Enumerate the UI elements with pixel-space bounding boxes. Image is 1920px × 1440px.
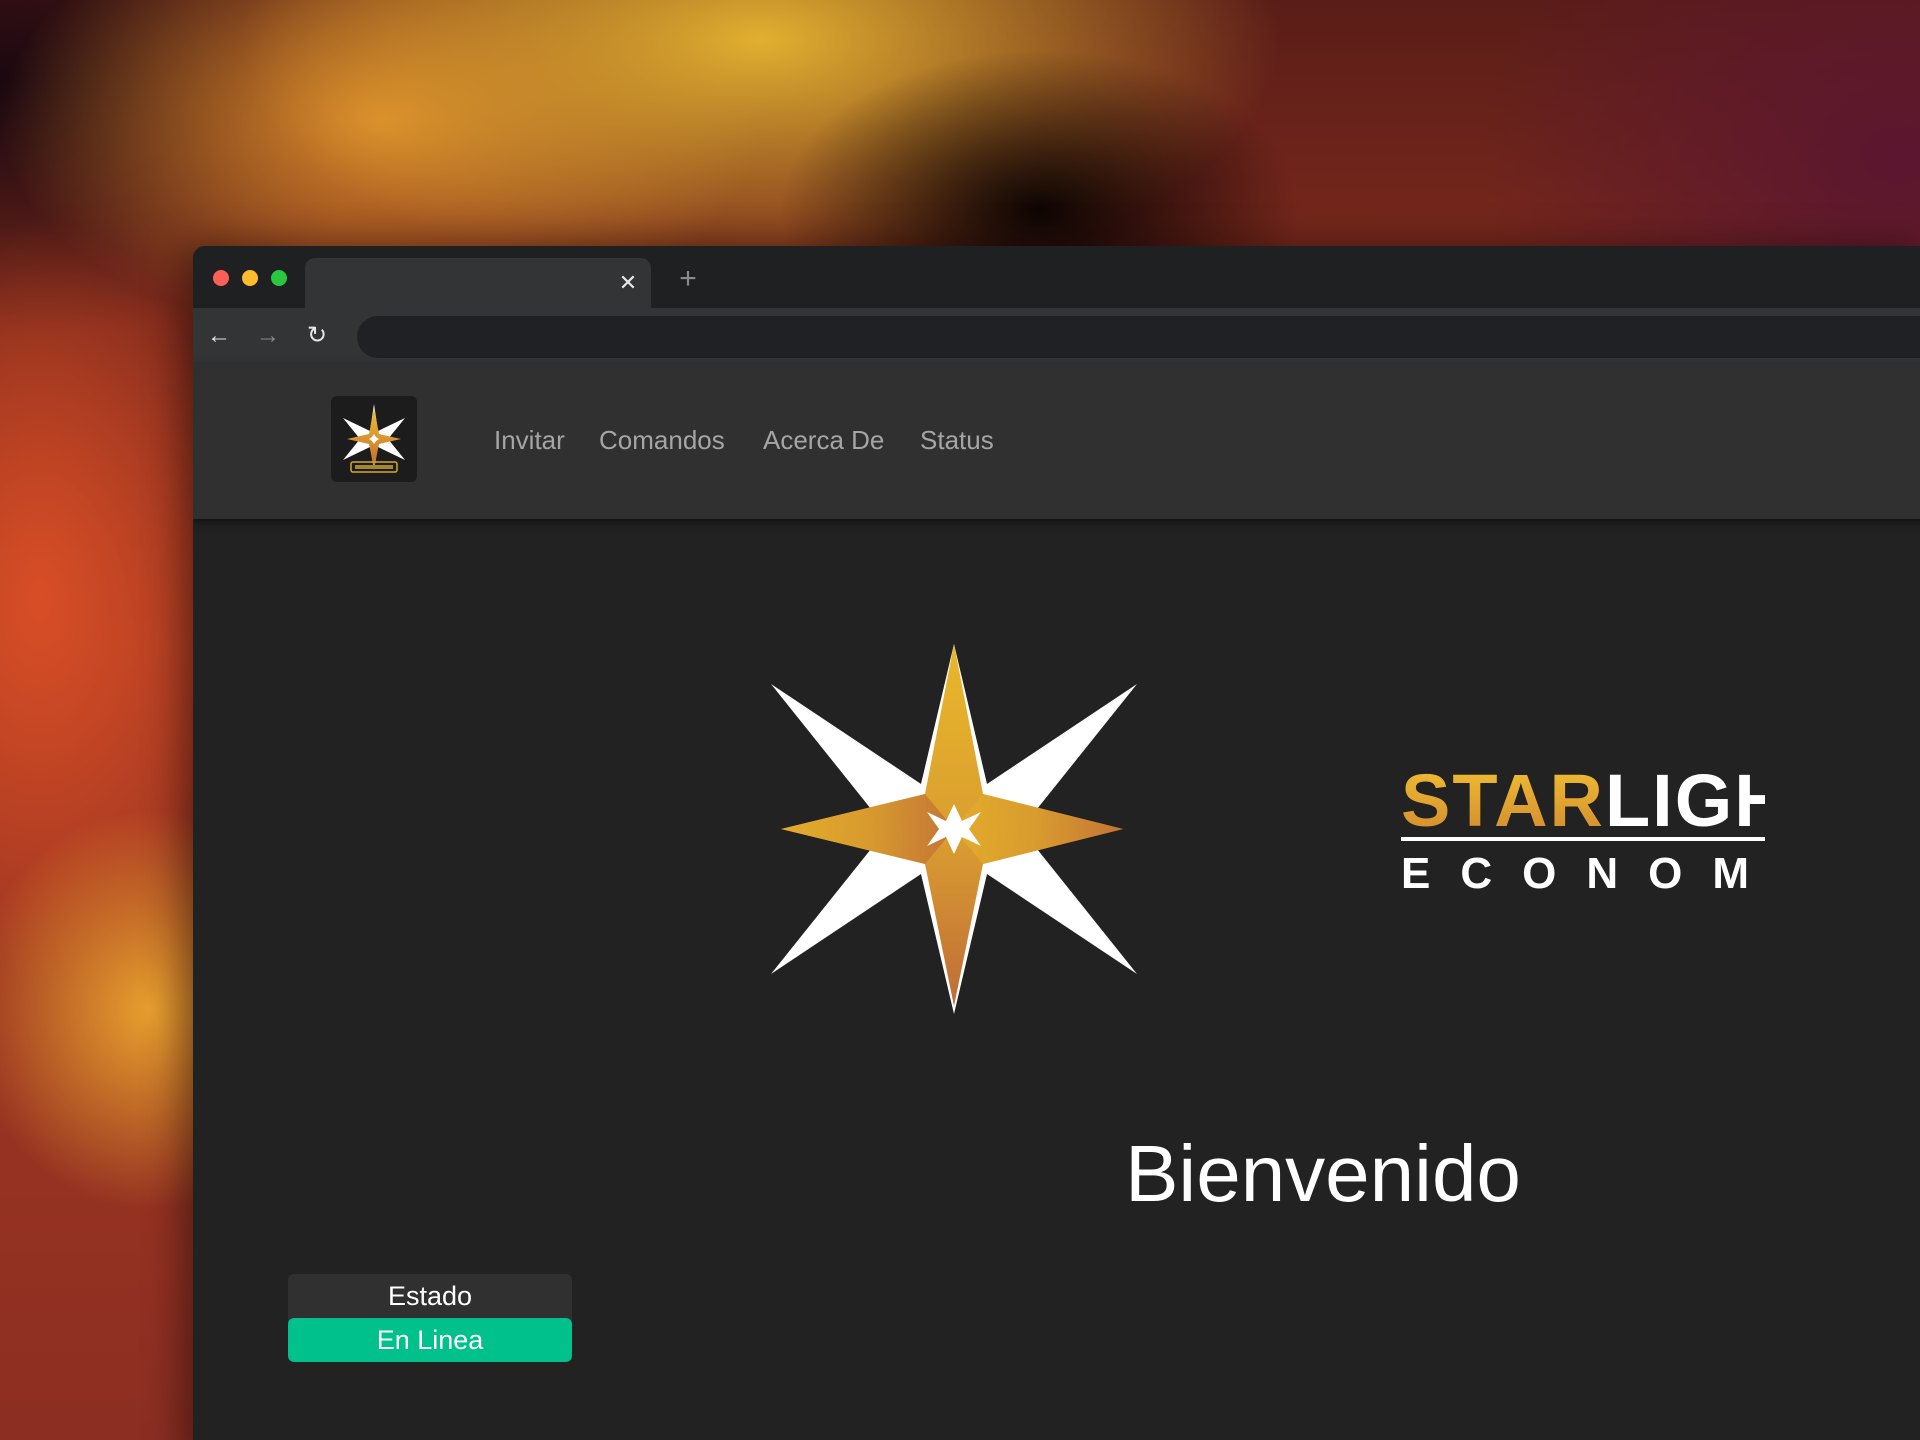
status-label: Estado [387, 1281, 473, 1311]
status-badge: En Linea [288, 1318, 572, 1362]
logo-word-light: LIGHT [1605, 759, 1765, 842]
close-window-button[interactable] [213, 270, 229, 286]
logo-text-economy: ECONOMY [1401, 849, 1765, 898]
logo-divider-line [1401, 837, 1765, 841]
forward-arrow-icon[interactable]: → [252, 320, 284, 352]
close-icon[interactable]: ✕ [615, 270, 641, 296]
status-card: Estado En Linea [288, 1274, 572, 1362]
reload-icon[interactable]: ↻ [301, 320, 333, 352]
starlight-star-logo-icon [343, 404, 405, 473]
nav-link-acerca-de[interactable]: Acerca De [763, 424, 884, 456]
nav-link-status[interactable]: Status [920, 424, 994, 456]
back-arrow-icon[interactable]: ← [203, 320, 235, 352]
zoom-window-button[interactable] [271, 270, 287, 286]
page-viewport: Invitar Comandos Acerca De Status STARLI… [193, 364, 1920, 1440]
logo-word-star: STAR [1401, 759, 1605, 842]
welcome-heading: Bienvenido [1125, 1129, 1521, 1218]
tab-bar: ✕ + [193, 246, 1920, 308]
minimize-window-button[interactable] [242, 270, 258, 286]
browser-window: ✕ + ← → ↻ Invitar Comandos Acerca De Sta… [193, 246, 1920, 1440]
new-tab-icon[interactable]: + [673, 264, 703, 294]
desktop-wallpaper: ✕ + ← → ↻ Invitar Comandos Acerca De Sta… [0, 0, 1920, 1440]
star-mark-icon [771, 644, 1137, 1014]
starlight-economy-logo: STARLIGHT ECONOMY [771, 644, 1765, 1014]
browser-toolbar: ← → ↻ [193, 308, 1920, 364]
active-tab[interactable]: ✕ [305, 258, 651, 308]
address-bar[interactable] [357, 316, 1920, 358]
nav-logo-link[interactable] [331, 396, 417, 482]
site-navbar: Invitar Comandos Acerca De Status [193, 364, 1920, 519]
nav-link-invitar[interactable]: Invitar [494, 424, 565, 456]
logo-text-starlight: STARLIGHT [1401, 759, 1765, 842]
nav-link-comandos[interactable]: Comandos [599, 424, 725, 456]
